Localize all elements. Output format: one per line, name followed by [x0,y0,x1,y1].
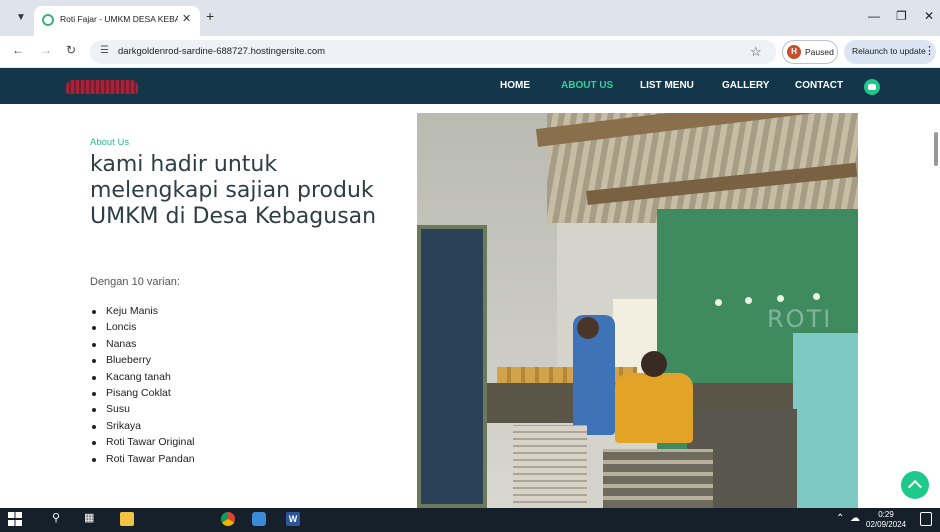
photo-light [745,297,752,304]
photo-person [615,373,693,443]
variant-intro: Dengan 10 varian: [90,276,180,288]
photo-wall-text: ROTI [767,305,833,333]
photo-light [777,295,784,302]
cart-icon[interactable] [864,79,880,95]
site-header: HOME ABOUT US LIST MENU GALLERY CONTACT [0,68,940,104]
window-close-icon[interactable]: ✕ [924,9,934,23]
taskbar-clock[interactable]: 0:29 02/09/2024 [866,510,906,530]
relaunch-button[interactable]: Relaunch to update ⋮ [844,40,936,64]
clock-date: 02/09/2024 [866,520,907,529]
list-item: Roti Tawar Pandan [90,451,195,467]
word-icon[interactable]: W [286,512,300,526]
chrome-icon[interactable] [221,512,235,526]
nav-about-us[interactable]: ABOUT US [561,80,613,91]
task-view-icon[interactable]: ▦ [84,511,98,525]
profile-button[interactable]: H Paused [782,40,838,64]
browser-toolbar: ← → ↻ ☰ darkgoldenrod-sardine-688727.hos… [0,36,940,68]
more-menu-icon[interactable]: ⋮ [924,44,935,57]
list-item: Susu [90,401,195,417]
list-item: Keju Manis [90,303,195,319]
avatar: H [787,45,801,59]
app-icon[interactable] [252,512,266,526]
arrow-right-icon[interactable]: → [40,43,52,57]
list-item: Kacang tanah [90,369,195,385]
file-explorer-icon[interactable] [120,512,134,526]
browser-tab[interactable]: Roti Fajar - UMKM DESA KEBAG ✕ [34,6,200,36]
os-taskbar: ⚲ ▦ W ⌃ ☁ 0:29 02/09/2024 [0,508,940,532]
windows-start-icon[interactable] [8,512,22,526]
clock-time: 0:29 [878,510,894,519]
photo-light [813,293,820,300]
variant-list: Keju Manis Loncis Nanas Blueberry Kacang… [90,303,195,467]
close-icon[interactable]: ✕ [182,12,191,25]
restore-icon[interactable]: ❐ [896,9,907,23]
list-item: Srikaya [90,418,195,434]
page-title: kami hadir untuk melengkapi sajian produ… [90,152,377,229]
reload-icon[interactable]: ↻ [66,43,76,57]
section-label: About Us [90,137,130,148]
star-icon[interactable]: ☆ [750,44,762,60]
url-text[interactable]: darkgoldenrod-sardine-688727.hostingersi… [118,46,325,57]
nav-gallery[interactable]: GALLERY [722,80,769,91]
photo-trays [603,449,713,508]
address-bar[interactable]: ☰ darkgoldenrod-sardine-688727.hostinger… [90,40,776,64]
tab-title: Roti Fajar - UMKM DESA KEBAG [60,14,178,24]
photo-person-head [577,317,599,339]
nav-home[interactable]: HOME [500,80,530,91]
search-icon[interactable]: ⚲ [52,511,66,525]
list-item: Blueberry [90,352,195,368]
browser-tab-strip: ▼ Roti Fajar - UMKM DESA KEBAG ✕ + — ❐ ✕ [0,0,940,36]
site-logo[interactable] [66,80,138,94]
photo-cabinet [793,333,858,508]
list-item: Nanas [90,336,195,352]
bakery-photo: ROTI [417,113,858,508]
network-icon[interactable]: ☁ [850,513,860,524]
relaunch-label: Relaunch to update [852,46,926,56]
scrollbar[interactable] [934,132,938,166]
site-favicon-icon [42,14,54,26]
chevron-down-icon[interactable]: ▼ [12,9,30,27]
arrow-left-icon[interactable]: ← [12,43,24,57]
notification-icon[interactable] [920,512,932,526]
tune-icon[interactable]: ☰ [100,45,109,56]
chevron-up-icon[interactable]: ⌃ [836,513,844,524]
profile-status: Paused [805,47,834,57]
list-item: Pisang Coklat [90,385,195,401]
list-item: Loncis [90,319,195,335]
back-to-top-button[interactable] [901,471,929,499]
list-item: Roti Tawar Original [90,434,195,450]
photo-person-head [641,351,667,377]
plus-icon[interactable]: + [206,8,214,24]
photo-crates [513,425,587,508]
minimize-icon[interactable]: — [868,9,880,23]
nav-list-menu[interactable]: LIST MENU [640,80,694,91]
photo-board [417,225,487,508]
nav-contact[interactable]: CONTACT [795,80,843,91]
photo-light [715,299,722,306]
